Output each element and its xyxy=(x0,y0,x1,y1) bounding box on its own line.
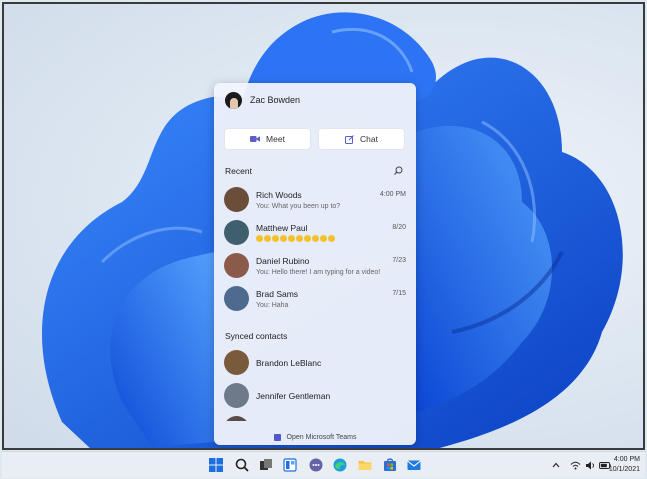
clock-date: 10/1/2021 xyxy=(608,466,640,473)
emoji-icon xyxy=(264,235,271,242)
contact-avatar xyxy=(224,253,249,278)
task-view-icon[interactable] xyxy=(258,457,274,473)
user-avatar[interactable] xyxy=(225,91,242,109)
contact-name: Brad Sams xyxy=(256,289,299,299)
contact-avatar xyxy=(224,286,249,311)
recent-heading: Recent xyxy=(225,166,252,176)
contact-name: Jennifer Gentleman xyxy=(256,391,331,401)
synced-contact-item[interactable]: Brandon LeBlanc xyxy=(224,349,406,377)
emoji-icon xyxy=(272,235,279,242)
desktop-wallpaper: Zac Bowden Meet Chat Recent Rich Woods 4… xyxy=(2,2,645,450)
wifi-icon[interactable] xyxy=(570,461,581,470)
open-teams-label: Open Microsoft Teams xyxy=(286,434,357,441)
message-preview: You: Hello there! I am typing for a vide… xyxy=(256,269,381,276)
synced-contacts-heading: Synced contacts xyxy=(225,331,288,341)
contact-avatar xyxy=(224,187,249,212)
message-preview: You: Haha xyxy=(256,302,289,309)
contact-avatar xyxy=(224,350,249,375)
meet-label: Meet xyxy=(266,134,285,144)
search-icon[interactable] xyxy=(234,457,250,473)
contact-name: Rich Woods xyxy=(256,190,302,200)
compose-icon xyxy=(345,134,354,144)
contact-avatar xyxy=(224,416,249,421)
start-icon[interactable] xyxy=(208,457,224,473)
video-camera-icon xyxy=(250,136,261,142)
taskbar-clock[interactable]: 4:00 PM 10/1/2021 xyxy=(609,455,640,475)
taskbar: 4:00 PM 10/1/2021 xyxy=(2,451,645,478)
recent-chat-item[interactable]: Daniel Rubino 7/23 You: Hello there! I a… xyxy=(224,252,406,280)
synced-contact-item-partial[interactable] xyxy=(224,415,406,421)
message-time: 7/15 xyxy=(392,290,406,297)
search-icon[interactable] xyxy=(394,166,403,175)
contact-name: Matthew Paul xyxy=(256,223,308,233)
emoji-icon xyxy=(320,235,327,242)
message-preview: You: What you been up to? xyxy=(256,203,341,210)
chat-button[interactable]: Chat xyxy=(318,128,405,150)
chevron-up-icon[interactable] xyxy=(552,462,560,468)
teams-icon xyxy=(273,434,281,441)
open-teams-link[interactable]: Open Microsoft Teams xyxy=(214,434,416,441)
emoji-message-preview xyxy=(256,235,335,242)
synced-contact-item[interactable]: Jennifer Gentleman xyxy=(224,382,406,410)
message-time: 8/20 xyxy=(392,224,406,231)
chat-label: Chat xyxy=(360,134,378,144)
microsoft-store-icon[interactable] xyxy=(382,457,398,473)
meet-button[interactable]: Meet xyxy=(224,128,311,150)
emoji-icon xyxy=(296,235,303,242)
emoji-icon xyxy=(328,235,335,242)
teams-chat-icon[interactable] xyxy=(308,457,324,473)
recent-chat-item[interactable]: Rich Woods 4:00 PM You: What you been up… xyxy=(224,186,406,214)
contact-avatar xyxy=(224,383,249,408)
contact-name: Daniel Rubino xyxy=(256,256,310,266)
edge-icon[interactable] xyxy=(332,457,348,473)
user-name: Zac Bowden xyxy=(250,95,301,105)
emoji-icon xyxy=(312,235,319,242)
emoji-icon xyxy=(256,235,263,242)
emoji-icon xyxy=(280,235,287,242)
flyout-header: Zac Bowden xyxy=(214,83,416,117)
contact-name: Brandon LeBlanc xyxy=(256,358,322,368)
recent-chat-item[interactable]: Brad Sams 7/15 You: Haha xyxy=(224,285,406,313)
contact-avatar xyxy=(224,220,249,245)
emoji-icon xyxy=(304,235,311,242)
message-time: 4:00 PM xyxy=(379,191,406,198)
recent-chat-item[interactable]: Matthew Paul 8/20 xyxy=(224,219,406,247)
file-explorer-icon[interactable] xyxy=(357,457,373,473)
message-time: 7/23 xyxy=(392,257,406,264)
widgets-icon[interactable] xyxy=(282,457,298,473)
system-tray xyxy=(552,452,611,478)
clock-time: 4:00 PM xyxy=(613,456,640,463)
emoji-icon xyxy=(288,235,295,242)
mail-icon[interactable] xyxy=(406,457,422,473)
volume-icon[interactable] xyxy=(585,461,595,470)
chat-flyout: Zac Bowden Meet Chat Recent Rich Woods 4… xyxy=(214,83,416,445)
